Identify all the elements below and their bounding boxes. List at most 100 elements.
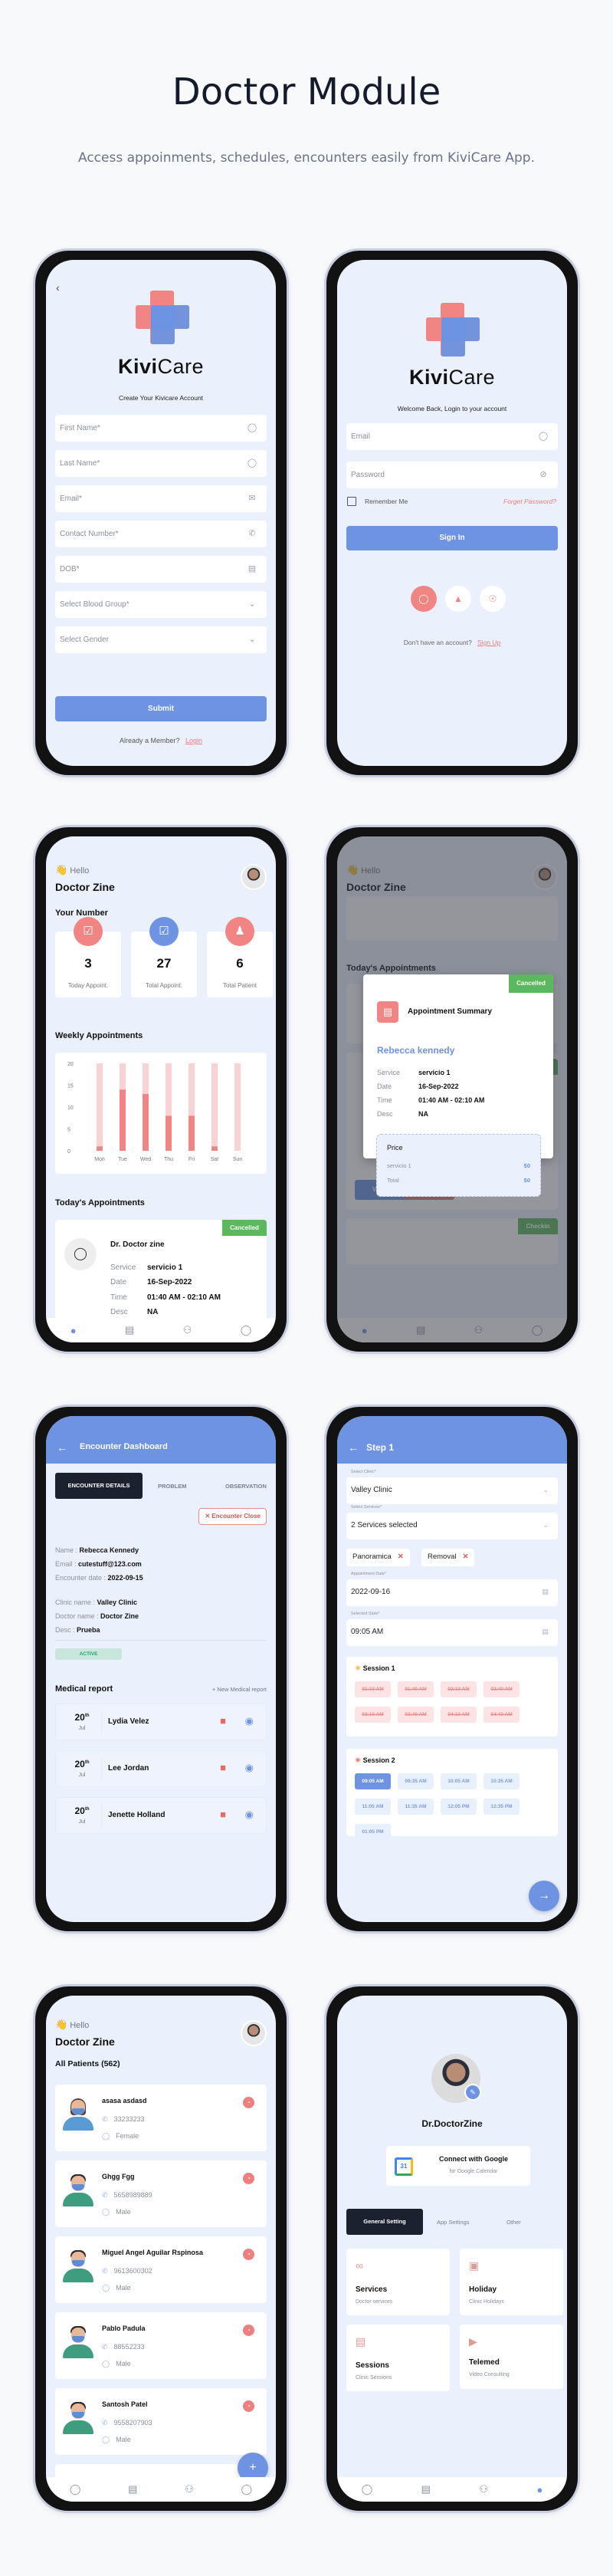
tab-problem[interactable]: PROBLEM	[158, 1483, 187, 1490]
nav-profile-icon[interactable]: ●	[536, 2484, 543, 2496]
email-field[interactable]: Email* ✉	[55, 485, 267, 512]
stat-total-appointments[interactable]: ☑ 27 Total Appoint.	[131, 917, 197, 997]
submit-button[interactable]: Submit	[55, 696, 267, 721]
last-name-field[interactable]: Last Name* ◯	[55, 450, 267, 477]
nav-calendar-icon[interactable]: ▤	[128, 2483, 137, 2496]
session-1: ☀ Session 1 01:10 AM 01:40 AM 02:10 AM 02:4…	[346, 1657, 558, 1737]
dashboard-gauge-icon[interactable]: ◔	[243, 2400, 254, 2412]
role-receptionist-button[interactable]: ▲	[445, 586, 471, 612]
time-slot[interactable]: 10:05 AM	[441, 1773, 477, 1789]
blood-group-select[interactable]: Select Blood Group* ⌄	[55, 591, 267, 618]
settings-card-sessions[interactable]: ▤ Sessions Clinic Sessions	[346, 2325, 450, 2391]
nav-calendar-icon[interactable]: ▤	[421, 2483, 431, 2496]
remove-icon[interactable]: ✕	[398, 1552, 404, 1561]
patient-card[interactable]: Ghgg Fgg ✆ 5658989889 ◯ Male ◔	[55, 2160, 267, 2227]
bar	[166, 1116, 172, 1151]
new-medical-report-link[interactable]: + New Medical report	[212, 1686, 267, 1693]
report-item[interactable]: 20th Jul Jenette Holland ■ ◉	[55, 1797, 267, 1834]
tab-encounter-details[interactable]: ENCOUNTER DETAILS	[55, 1473, 143, 1499]
tab-general-setting[interactable]: General Setting	[346, 2209, 423, 2235]
patient-card[interactable]: Pablo Padula ✆ 88552233 ◯ Male ◔	[55, 2312, 267, 2379]
forgot-password-link[interactable]: Forget Password?	[503, 498, 556, 505]
time-slot[interactable]: 01:05 PM	[355, 1824, 391, 1840]
settings-card-holiday[interactable]: ▣ Holiday Clinic Holidays	[460, 2249, 563, 2315]
time-slot[interactable]: 11:35 AM	[398, 1799, 434, 1815]
nav-home-icon[interactable]: ◯	[362, 2483, 373, 2496]
report-item[interactable]: 20th Jul Lydia Velez ■ ◉	[55, 1704, 267, 1740]
hero-title: Doctor Module	[172, 71, 441, 113]
nav-home-icon[interactable]: ◯	[70, 2483, 81, 2496]
trash-icon[interactable]: ■	[220, 1762, 226, 1773]
role-patient-button[interactable]: ◯	[411, 586, 437, 612]
password-input[interactable]: Password ⊘	[346, 462, 558, 488]
image-icon: ▣	[469, 2259, 480, 2272]
dashboard-gauge-icon[interactable]: ◔	[243, 2325, 254, 2336]
patient-card[interactable]: Miguel Angel Aguilar Rspinosa ✆ 9613600302…	[55, 2236, 267, 2303]
tab-app-settings[interactable]: App Settings	[437, 2219, 470, 2226]
time-slot[interactable]: 09:05 AM	[355, 1773, 391, 1789]
time-slot[interactable]: 10:35 AM	[484, 1773, 520, 1789]
dashboard-gauge-icon[interactable]: ◔	[243, 2249, 254, 2260]
trash-icon[interactable]: ■	[220, 1809, 226, 1820]
nav-patients-icon[interactable]: ⚇	[185, 2483, 194, 2496]
selected-slot-field[interactable]: Selected Slots* 09:05 AM ▤	[346, 1612, 558, 1646]
tab-observation[interactable]: OBSERVATION	[225, 1483, 267, 1490]
settings-card-telemed[interactable]: ▶ Telemed Video Consulting	[460, 2325, 563, 2389]
sign-in-button[interactable]: Sign In	[346, 526, 558, 550]
report-item[interactable]: 20th Jul Lee Jordan ■ ◉	[55, 1750, 267, 1787]
edit-icon[interactable]: ✎	[464, 2084, 481, 2101]
patient-card[interactable]: asasa asdasd ✆ 33233233 ◯ Female ◔	[55, 2085, 267, 2151]
avatar[interactable]	[241, 864, 267, 890]
remember-checkbox[interactable]	[347, 497, 356, 506]
eye-icon[interactable]: ◉	[245, 1715, 254, 1727]
summary-row-date: Date 16-Sep-2022	[377, 1083, 459, 1090]
service-chip: Removal ✕	[421, 1549, 475, 1566]
remove-icon[interactable]: ✕	[463, 1552, 469, 1561]
email-input[interactable]: Email ◯	[346, 423, 558, 450]
nav-profile-icon[interactable]: ◯	[241, 2483, 253, 2496]
sign-up-link[interactable]: Sign Up	[477, 639, 500, 646]
nav-home-icon[interactable]: ●	[70, 1325, 77, 1336]
appt-row-desc: Desc NA	[110, 1308, 159, 1316]
back-icon[interactable]: ‹	[56, 281, 60, 294]
nav-calendar-icon[interactable]: ▤	[125, 1324, 134, 1336]
time-slot[interactable]: 12:35 PM	[484, 1799, 520, 1815]
kivicare-logo	[426, 303, 480, 356]
appointment-date-field[interactable]: Appointment Date* 2022-09-16 ▤	[346, 1572, 558, 1606]
price-total-value: $0	[523, 1177, 530, 1184]
avatar[interactable]	[241, 2020, 267, 2046]
time-slot[interactable]: 09:35 AM	[398, 1773, 434, 1789]
clinic-select[interactable]: Select Clinic* Valley Clinic ⌄	[346, 1470, 558, 1504]
dashboard-gauge-icon[interactable]: ◔	[243, 2173, 254, 2184]
settings-card-services[interactable]: ∞ Services Doctor services	[346, 2249, 450, 2315]
dashboard-gauge-icon[interactable]: ◔	[243, 2097, 254, 2108]
stat-total-patients[interactable]: ♟ 6 Total Patient	[207, 917, 273, 997]
time-slot[interactable]: 11:05 AM	[355, 1799, 391, 1815]
trash-icon[interactable]: ■	[220, 1715, 226, 1727]
nav-patients-icon[interactable]: ⚇	[183, 1324, 192, 1336]
back-arrow-icon[interactable]: ←	[348, 1441, 359, 1454]
stat-today-appointments[interactable]: ☑ 3 Today Appoint.	[55, 917, 121, 997]
contact-number-field[interactable]: Contact Number* ✆	[55, 521, 267, 547]
appt-row-time: Time 01:40 AM - 02:10 AM	[110, 1293, 221, 1302]
nav-profile-icon[interactable]: ◯	[241, 1324, 252, 1336]
back-arrow-icon[interactable]: ←	[57, 1441, 67, 1454]
patient-card[interactable]: Santosh Patel ✆ 9558207903 ◯ Male ◔	[55, 2388, 267, 2455]
eye-off-icon[interactable]: ⊘	[538, 469, 549, 480]
eye-icon[interactable]: ◉	[245, 1762, 254, 1774]
time-slot[interactable]: 12:05 PM	[441, 1799, 477, 1815]
login-link[interactable]: Login	[185, 737, 202, 744]
y-tick-label: 0	[67, 1149, 70, 1155]
services-select[interactable]: Select Services* 2 Services selected ⌄	[346, 1505, 558, 1539]
connect-google-card[interactable]: 31 Connect with Google for Google Calend…	[386, 2146, 530, 2186]
nav-patients-icon[interactable]: ⚇	[479, 2483, 488, 2496]
first-name-field[interactable]: First Name* ◯	[55, 415, 267, 442]
dob-field[interactable]: DOB* ▤	[55, 556, 267, 583]
next-button[interactable]: →	[529, 1881, 559, 1911]
dashboard-screen: 👋 Hello Doctor Zine Your Number ☑ 3 Today A…	[46, 836, 276, 1342]
eye-icon[interactable]: ◉	[245, 1809, 254, 1821]
tab-other[interactable]: Other	[506, 2219, 521, 2226]
encounter-close-button[interactable]: ✕ Encounter Close	[198, 1508, 267, 1525]
role-doctor-button[interactable]: ☉	[480, 586, 506, 612]
gender-select[interactable]: Select Gender ⌄	[55, 626, 267, 653]
